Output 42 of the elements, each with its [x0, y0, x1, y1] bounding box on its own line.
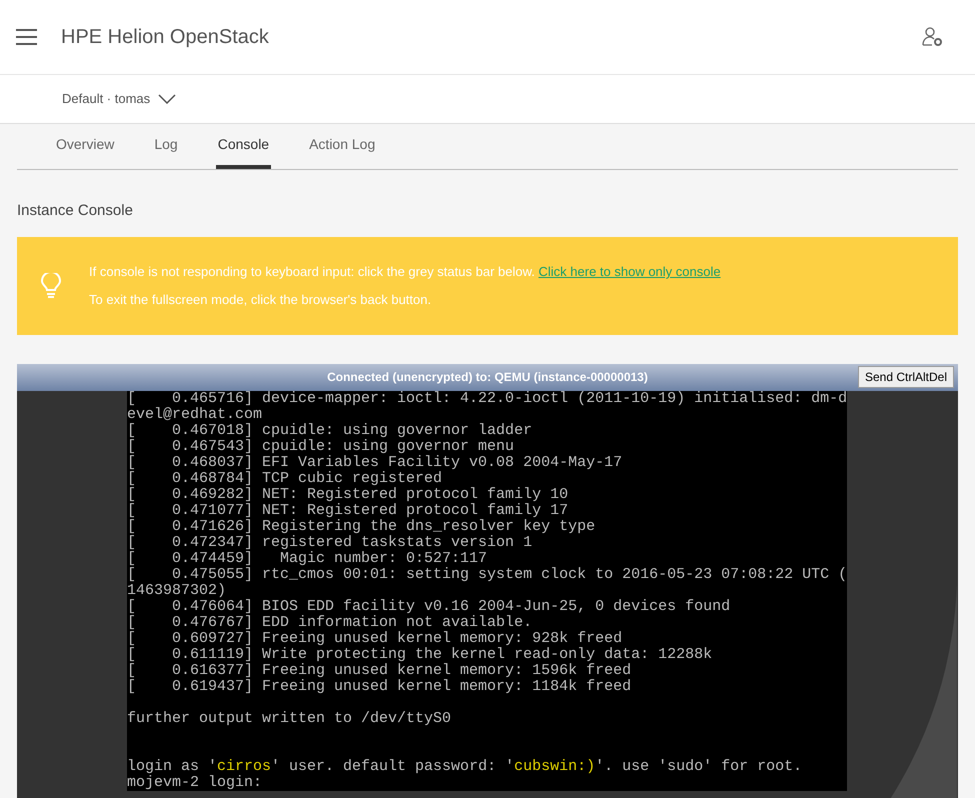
menu-icon[interactable] [16, 29, 37, 45]
console-line: [ 0.474459] Magic number: 0:527:117 [127, 550, 488, 566]
send-ctrlaltdel-button[interactable]: Send CtrlAltDel [858, 366, 954, 388]
console-line: [ 0.609727] Freeing unused kernel memory: 928k freed [127, 630, 622, 646]
console-line: [ 0.467018] cpuidle: using governor ladder [127, 422, 532, 438]
tab[interactable]: Action Log [307, 123, 378, 169]
chevron-down-icon [158, 94, 176, 104]
console-line: [ 0.471626] Registering the dns_resolver key type [127, 518, 596, 534]
console-line: [ 0.616377] Freeing unused kernel memory: 1596k freed [127, 662, 632, 678]
console-line: [ 0.471077] NET: Registered protocol family 17 [127, 502, 568, 518]
console-line: [ 0.468037] EFI Variables Facility v0.08 2004-May-17 [127, 454, 622, 470]
section-title: Instance Console [17, 201, 134, 221]
console-line: further output written to /dev/ttyS0 [127, 710, 452, 726]
console-line: [ 0.472347] registered taskstats version 1 [127, 534, 532, 550]
console-line: mojevm-2 login: [127, 774, 262, 790]
console-line: [ 0.475055] rtc_cmos 00:01: setting system clock to 2016-05-23 07:08:22 UTC ( [127, 566, 848, 582]
console-line: [ 0.476064] BIOS EDD facility v0.16 2004-Jun-25, 0 devices found [127, 598, 730, 614]
console-line: [ 0.469282] NET: Registered protocol family 10 [127, 486, 568, 502]
console-line: [ 0.465716] device-mapper: ioctl: 4.22.0-ioctl (2011-10-19) initialised: dm-d [127, 390, 848, 406]
console-line: [ 0.619437] Freeing unused kernel memory: 1184k freed [127, 678, 632, 694]
project-dropdown[interactable]: Default · tomas [62, 89, 176, 109]
console-terminal[interactable] [127, 390, 847, 790]
console-line: [ 0.476767] EDD information not available. [127, 614, 532, 630]
console-line: evel@redhat.com [127, 406, 262, 422]
console-status-bar[interactable]: Connected (unencrypted) to: QEMU (instance-00000013) Send CtrlAltDel [17, 364, 958, 390]
console-text: cubswin:) [514, 758, 596, 774]
alert-note: To exit the fullscreen mode, click the browser's back button. [89, 290, 432, 308]
console-line: [ 0.467543] cpuidle: using governor menu [127, 438, 514, 454]
console-line: 1463987302) [127, 582, 226, 598]
console-line: [ 0.611119] Write protecting the kernel read-only data: 12288k [127, 646, 712, 662]
app-title: HPE Helion OpenStack [61, 25, 269, 50]
tab[interactable]: Console [216, 123, 272, 169]
tab[interactable]: Log [152, 123, 180, 169]
user-settings-icon[interactable] [922, 27, 943, 47]
console-text: login as ' [127, 758, 218, 774]
console-text: cirros [217, 758, 272, 774]
tab[interactable]: Overview [54, 123, 116, 169]
console-line: [ 0.468784] TCP cubic registered [127, 470, 442, 486]
console-text: '. use 'sudo' for root. [595, 758, 802, 774]
alert-message: If console is not responding to keyboard input: click the grey status bar below. [89, 264, 535, 279]
console-text: ' user. default password: ' [271, 758, 514, 774]
lightbulb-icon [41, 272, 61, 298]
